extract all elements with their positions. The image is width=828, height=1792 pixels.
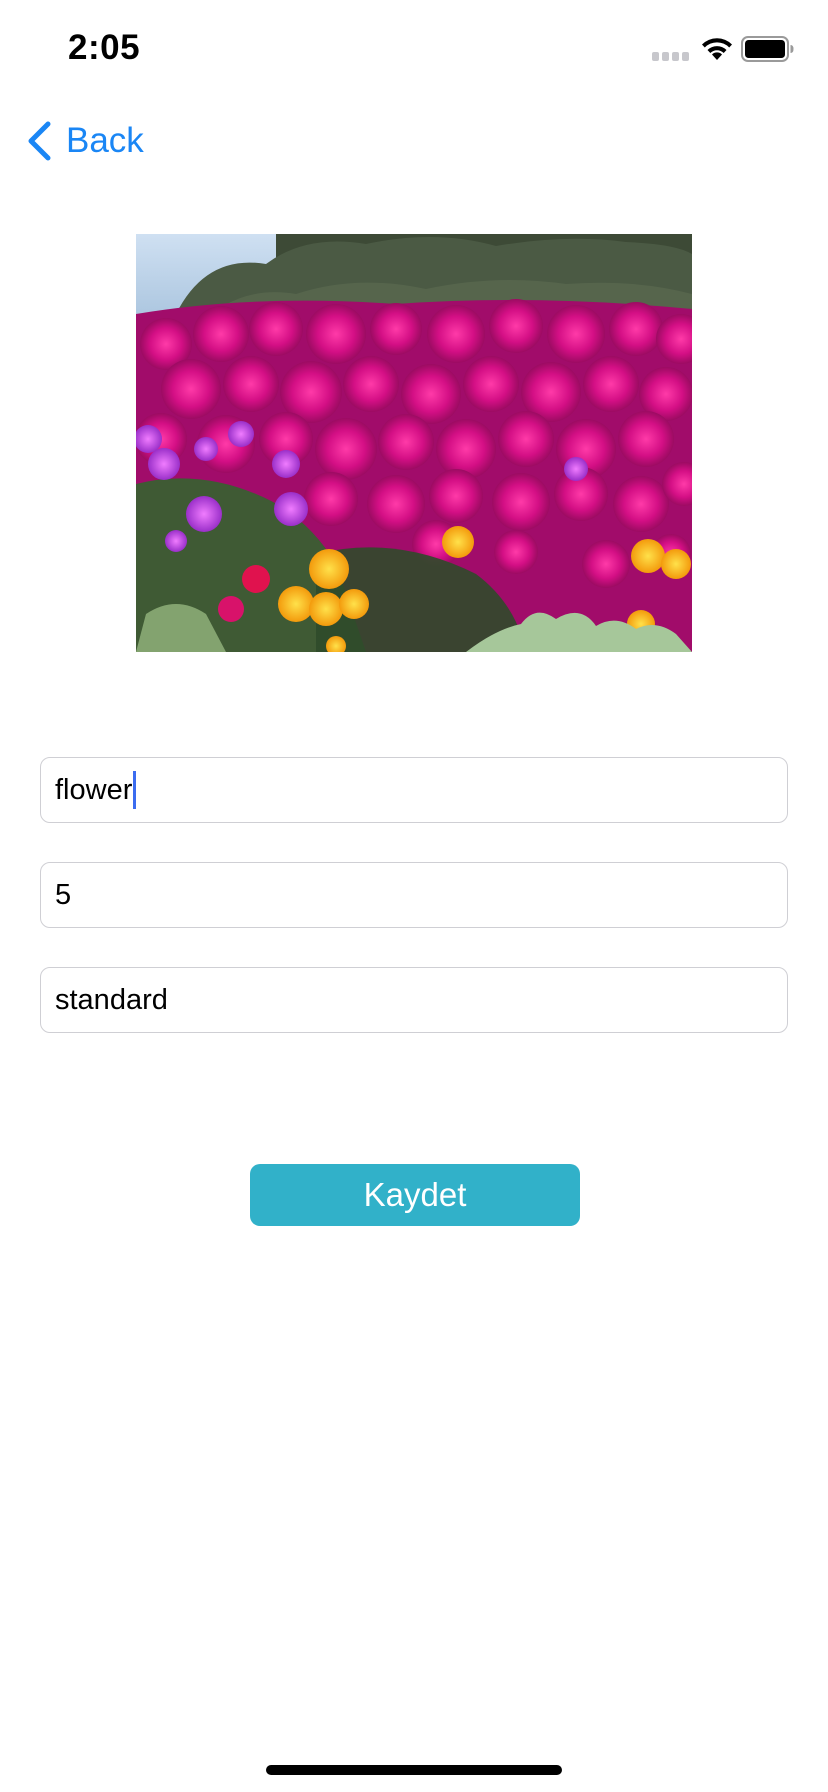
save-button[interactable]: Kaydet xyxy=(250,1164,580,1226)
flower-photo-image xyxy=(136,234,692,652)
text-caret xyxy=(133,771,137,809)
name-field[interactable]: flower xyxy=(40,757,788,823)
count-field[interactable]: 5 xyxy=(40,862,788,928)
wifi-icon xyxy=(702,38,732,60)
flower-photo xyxy=(136,234,692,652)
screen: 2:05 Back flower 5 standard Kaydet xyxy=(0,0,828,1792)
type-field-value: standard xyxy=(55,983,168,1016)
status-time: 2:05 xyxy=(68,28,141,67)
chevron-left-icon xyxy=(28,121,51,161)
count-field-value: 5 xyxy=(55,878,72,911)
type-field[interactable]: standard xyxy=(40,967,788,1033)
name-field-value: flower xyxy=(55,773,133,806)
home-indicator[interactable] xyxy=(266,1765,562,1775)
signal-icon xyxy=(652,49,690,61)
back-button[interactable]: Back xyxy=(24,117,144,165)
battery-icon xyxy=(741,36,794,62)
back-label: Back xyxy=(66,121,144,160)
status-bar: 2:05 xyxy=(0,0,828,100)
